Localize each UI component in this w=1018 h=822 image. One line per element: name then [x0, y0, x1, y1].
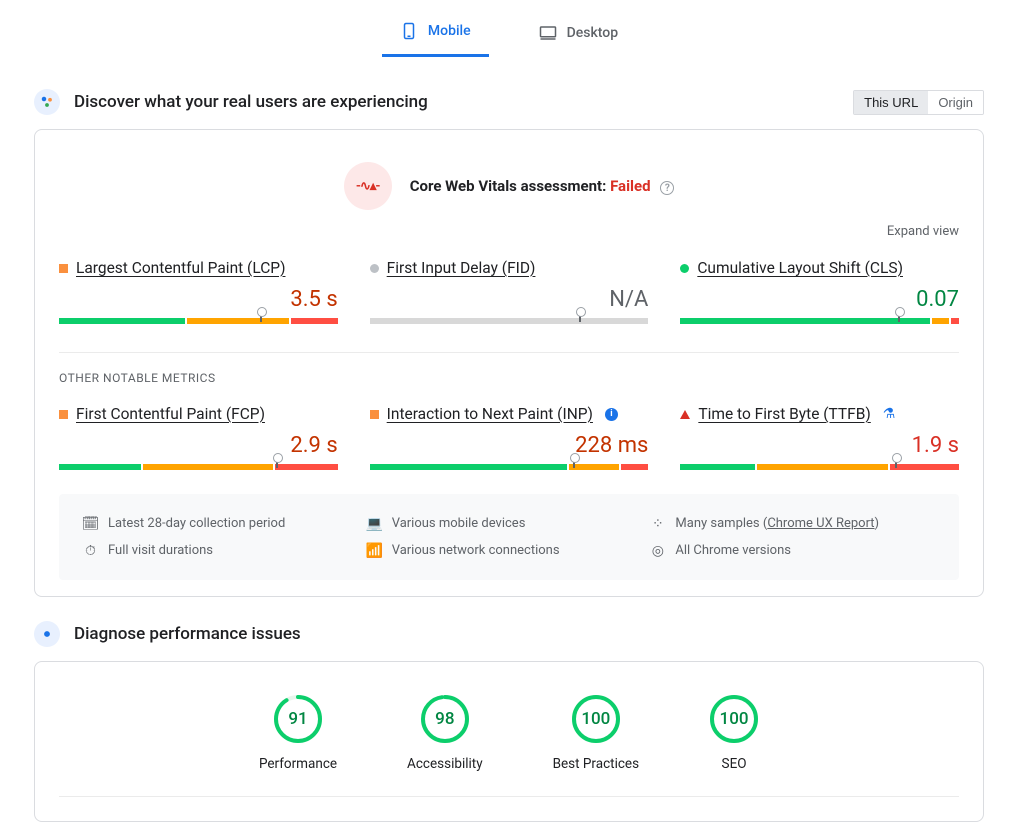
metric-inp: Interaction to Next Paint (INP) i 228 ms: [370, 405, 649, 470]
marker-icon: [895, 458, 897, 468]
info-devices: 💻Various mobile devices: [367, 510, 651, 537]
devices-icon: 💻: [367, 516, 382, 531]
help-icon[interactable]: ?: [660, 181, 674, 195]
metric-fcp-value: 2.9 s: [59, 433, 338, 458]
diagnose-icon: [34, 621, 60, 647]
score-value: 91: [273, 694, 323, 744]
metric-ttfb: Time to First Byte (TTFB) ⚗ 1.9 s: [680, 405, 959, 470]
field-data-card: -∿▴- Core Web Vitals assessment: Failed …: [34, 129, 984, 597]
score-value: 98: [420, 694, 470, 744]
metric-inp-bar: [370, 464, 649, 470]
crux-link[interactable]: Chrome UX Report: [767, 516, 874, 531]
calendar-icon: 🗓: [83, 516, 98, 531]
clock-icon: ⏱: [83, 543, 98, 558]
metric-fid-label[interactable]: First Input Delay (FID): [387, 259, 536, 277]
device-tabs: Mobile Desktop: [0, 0, 1018, 65]
cwv-title: Core Web Vitals assessment: Failed ?: [410, 177, 675, 196]
metric-lcp-label[interactable]: Largest Contentful Paint (LCP): [76, 259, 285, 277]
status-icon-warn: [59, 264, 68, 273]
divider: [59, 796, 959, 797]
metric-cls: Cumulative Layout Shift (CLS) 0.07: [680, 259, 959, 324]
cwv-label: Core Web Vitals assessment:: [410, 177, 607, 195]
expand-view-link[interactable]: Expand view: [59, 224, 959, 239]
marker-icon: [898, 312, 900, 322]
toggle-origin[interactable]: Origin: [928, 91, 983, 114]
mobile-icon: [400, 22, 418, 40]
metric-ttfb-value: 1.9 s: [680, 433, 959, 458]
score-label: SEO: [709, 756, 759, 772]
status-icon-none: [370, 264, 379, 273]
metric-fcp-bar: [59, 464, 338, 470]
info-network: 📶Various network connections: [367, 537, 651, 564]
info-samples: ⁘Many samples (Chrome UX Report): [650, 510, 934, 537]
section-title: Diagnose performance issues: [74, 624, 984, 644]
tab-desktop-label: Desktop: [567, 25, 618, 41]
tab-mobile[interactable]: Mobile: [382, 8, 489, 57]
metric-fcp-label[interactable]: First Contentful Paint (FCP): [76, 405, 265, 423]
metric-lcp: Largest Contentful Paint (LCP) 3.5 s: [59, 259, 338, 324]
metric-cls-value: 0.07: [680, 287, 959, 312]
other-metrics-heading: OTHER NOTABLE METRICS: [59, 371, 959, 385]
info-badge-icon[interactable]: i: [605, 408, 618, 421]
section-title: Discover what your real users are experi…: [74, 92, 839, 112]
tab-desktop[interactable]: Desktop: [521, 8, 636, 57]
metric-fid-bar: [370, 318, 649, 324]
score-value: 100: [709, 694, 759, 744]
marker-icon: [579, 312, 581, 322]
score-seo[interactable]: 100 SEO: [709, 694, 759, 772]
score-label: Accessibility: [407, 756, 483, 772]
score-label: Best Practices: [553, 756, 639, 772]
metric-lcp-value: 3.5 s: [59, 287, 338, 312]
score-label: Performance: [259, 756, 337, 772]
cwv-assessment: -∿▴- Core Web Vitals assessment: Failed …: [59, 162, 959, 210]
field-data-header: Discover what your real users are experi…: [34, 89, 984, 115]
status-icon-warn: [59, 410, 68, 419]
marker-icon: [260, 312, 262, 322]
wifi-icon: 📶: [367, 543, 382, 558]
metric-cls-bar: [680, 318, 959, 324]
status-icon-warn: [370, 410, 379, 419]
metric-ttfb-bar: [680, 464, 959, 470]
vitals-fail-icon: -∿▴-: [344, 162, 392, 210]
metric-lcp-bar: [59, 318, 338, 324]
tab-mobile-label: Mobile: [428, 23, 471, 39]
collection-info: 🗓Latest 28-day collection period 💻Variou…: [59, 494, 959, 580]
status-icon-poor: [680, 410, 690, 419]
desktop-icon: [539, 24, 557, 42]
users-icon: [34, 89, 60, 115]
cwv-status: Failed: [610, 177, 651, 195]
metric-fcp: First Contentful Paint (FCP) 2.9 s: [59, 405, 338, 470]
toggle-this-url[interactable]: This URL: [854, 91, 928, 114]
metric-cls-label[interactable]: Cumulative Layout Shift (CLS): [697, 259, 903, 277]
metric-fid-value: N/A: [370, 287, 649, 312]
metric-ttfb-label[interactable]: Time to First Byte (TTFB): [698, 405, 870, 423]
lab-data-header: Diagnose performance issues: [34, 621, 984, 647]
experimental-icon[interactable]: ⚗: [883, 406, 896, 422]
marker-icon: [573, 458, 575, 468]
score-accessibility[interactable]: 98 Accessibility: [407, 694, 483, 772]
score-value: 100: [571, 694, 621, 744]
score-performance[interactable]: 91 Performance: [259, 694, 337, 772]
status-icon-good: [680, 264, 689, 273]
divider: [59, 352, 959, 353]
info-durations: ⏱Full visit durations: [83, 537, 367, 564]
metric-inp-label[interactable]: Interaction to Next Paint (INP): [387, 405, 593, 423]
scope-toggle: This URL Origin: [853, 90, 984, 115]
lighthouse-scores: 91 Performance 98 Accessibility 100 Best…: [59, 694, 959, 772]
score-best-practices[interactable]: 100 Best Practices: [553, 694, 639, 772]
marker-icon: [276, 458, 278, 468]
chrome-icon: ◎: [650, 543, 665, 558]
info-period: 🗓Latest 28-day collection period: [83, 510, 367, 537]
info-versions: ◎All Chrome versions: [650, 537, 934, 564]
metric-inp-value: 228 ms: [370, 433, 649, 458]
metric-fid: First Input Delay (FID) N/A: [370, 259, 649, 324]
samples-icon: ⁘: [650, 516, 665, 531]
